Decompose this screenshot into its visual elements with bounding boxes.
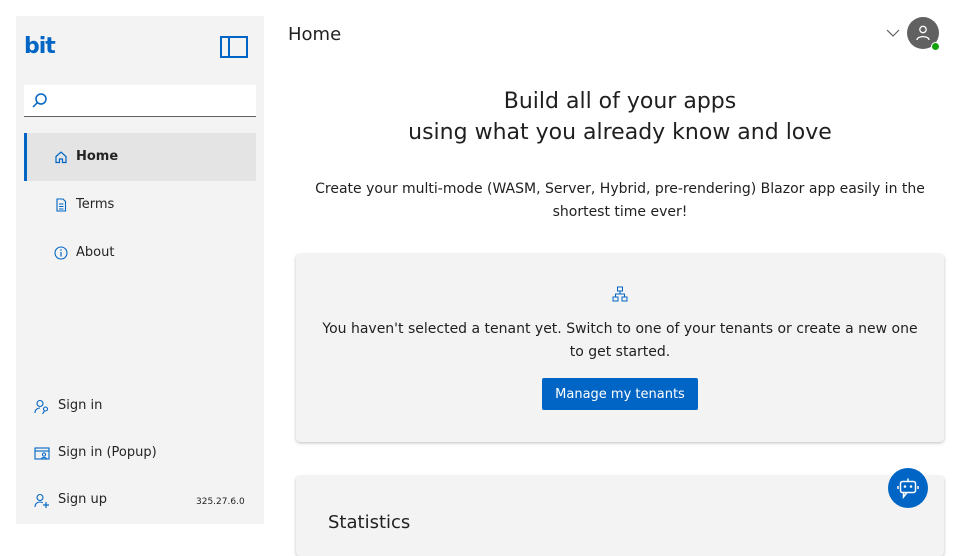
nav-item-home[interactable]: Home (24, 133, 256, 181)
tenant-message: You haven't selected a tenant yet. Switc… (322, 321, 918, 360)
bot-icon (897, 478, 919, 499)
sidebar: bit Home Terms About Sign in Sign in (Po… (16, 16, 264, 524)
nav-item-about[interactable]: About (24, 229, 256, 277)
person-key-icon (34, 399, 49, 415)
sign-up-label: Sign up (58, 492, 107, 507)
search-icon (32, 93, 47, 108)
manage-tenants-button[interactable]: Manage my tenants (542, 378, 698, 410)
hero-line-2: using what you already know and love (408, 120, 832, 145)
presence-badge (931, 42, 940, 51)
person-icon (916, 25, 930, 41)
person-add-icon (34, 493, 49, 508)
document-icon (56, 198, 67, 212)
sign-in-label: Sign in (58, 398, 103, 413)
sidebar-toggle-icon[interactable] (220, 36, 248, 58)
chatbot-button[interactable] (888, 468, 928, 508)
search-input[interactable] (54, 89, 250, 113)
statistics-card: Statistics (296, 476, 944, 556)
hero-subtitle: Create your multi-mode (WASM, Server, Hy… (315, 181, 925, 220)
hero-line-1: Build all of your apps (503, 89, 737, 114)
hero-heading: Build all of your apps using what you al… (296, 86, 944, 148)
tenant-card: You haven't selected a tenant yet. Switc… (296, 254, 944, 442)
nav-item-terms[interactable]: Terms (24, 181, 256, 229)
org-tree-icon (612, 286, 628, 302)
chevron-down-icon[interactable] (886, 28, 900, 38)
search-box[interactable] (24, 85, 256, 117)
nav-label: About (76, 245, 115, 260)
app-logo[interactable]: bit (24, 34, 56, 59)
nav-label: Terms (76, 197, 115, 212)
home-icon (55, 151, 67, 164)
statistics-title: Statistics (328, 512, 411, 533)
info-icon (54, 246, 68, 260)
version-label: 325.27.6.0 (196, 497, 245, 507)
nav-label: Home (76, 149, 119, 164)
sign-in-popup-label: Sign in (Popup) (58, 445, 157, 460)
window-person-icon (34, 447, 50, 460)
page-title: Home (288, 24, 342, 45)
